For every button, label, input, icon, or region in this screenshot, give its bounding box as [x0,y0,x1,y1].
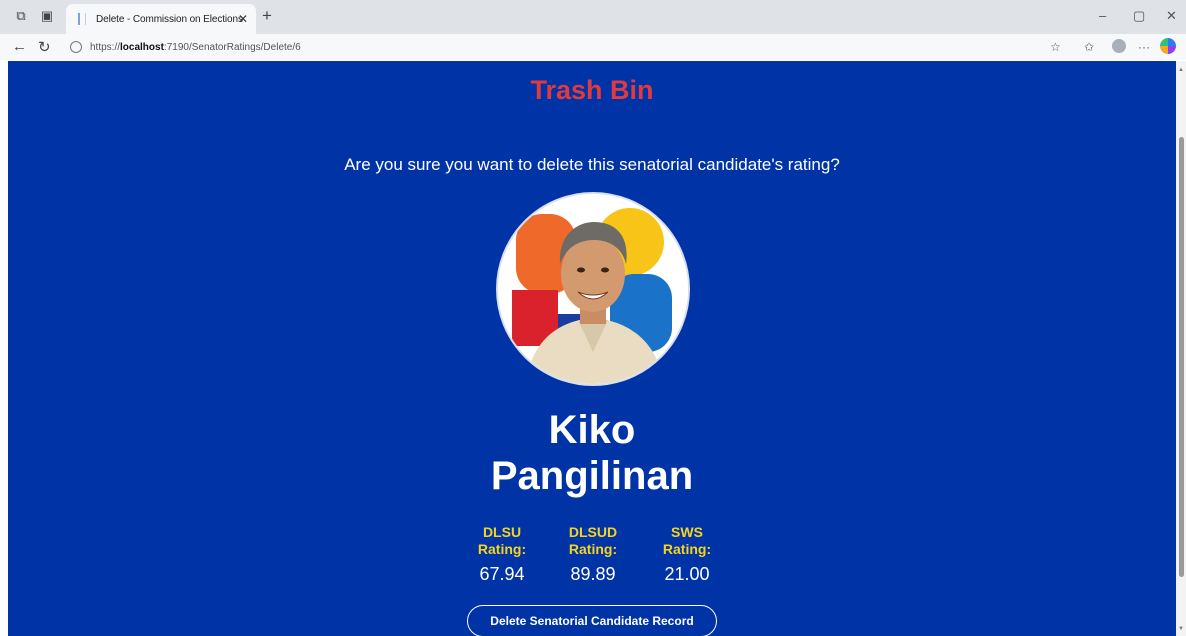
scroll-thumb[interactable] [1179,137,1184,577]
delete-record-button[interactable]: Delete Senatorial Candidate Record [467,605,717,636]
candidate-name: Kiko Pangilinan [8,407,1176,499]
page-scrollbar[interactable]: ▲ ▼ [1176,61,1186,636]
profile-icon[interactable] [1112,39,1126,53]
tab-actions-icon[interactable]: ⧉ [14,9,28,23]
minimize-icon[interactable]: – [1099,8,1106,23]
scroll-down-icon[interactable]: ▼ [1178,626,1184,632]
confirmation-question: Are you sure you want to delete this sen… [344,155,840,174]
maximize-icon[interactable]: ▢ [1133,8,1145,24]
tab-strip: ⧉ ▣ Delete - Commission on Elections ✕ +… [0,0,1186,34]
close-window-icon[interactable]: ✕ [1166,8,1177,24]
address-bar[interactable]: https://localhost:7190/SenatorRatings/De… [64,36,1044,58]
back-arrow-icon[interactable]: ← [12,38,27,55]
rating-label: DLSUD Rating: [568,524,618,557]
candidate-first-name: Kiko [548,408,636,452]
rating-dlsu: DLSU Rating: 67.94 [462,524,542,585]
rating-dlsud: DLSUD Rating: 89.89 [553,524,633,585]
rating-label: SWS Rating: [662,524,712,557]
scroll-up-icon[interactable]: ▲ [1178,67,1184,73]
url-text[interactable]: https://localhost:7190/SenatorRatings/De… [90,42,301,53]
rating-value: 21.00 [664,564,710,584]
favorites-icon[interactable]: ✩ [1084,40,1094,54]
rating-sws: SWS Rating: 21.00 [647,524,727,585]
rating-value: 89.89 [570,564,616,584]
tab-close-icon[interactable]: ✕ [238,12,248,26]
candidate-photo [496,192,690,386]
page-viewport: Trash Bin Are you sure you want to delet… [8,61,1176,636]
ratings-panel: DLSU Rating: 67.94 DLSUD Rating: 89.89 S… [462,524,728,594]
star-icon[interactable]: ☆ [1050,40,1061,54]
more-icon[interactable]: ··· [1138,40,1150,54]
tab-favicon-icon [78,13,86,25]
vertical-tabs-icon[interactable]: ▣ [40,9,54,23]
tab-title: Delete - Commission on Elections [96,13,243,25]
new-tab-icon[interactable]: + [262,6,272,26]
refresh-icon[interactable]: ↻ [38,38,51,56]
rating-label: DLSU Rating: [477,524,527,557]
page-title: Trash Bin [530,75,654,105]
browser-tab[interactable]: Delete - Commission on Elections ✕ [66,4,256,34]
rating-value: 67.94 [479,564,525,584]
copilot-icon[interactable] [1160,38,1176,54]
browser-toolbar: ← ↻ https://localhost:7190/SenatorRating… [0,34,1186,60]
lock-icon [70,41,82,53]
candidate-last-name: Pangilinan [490,454,694,498]
